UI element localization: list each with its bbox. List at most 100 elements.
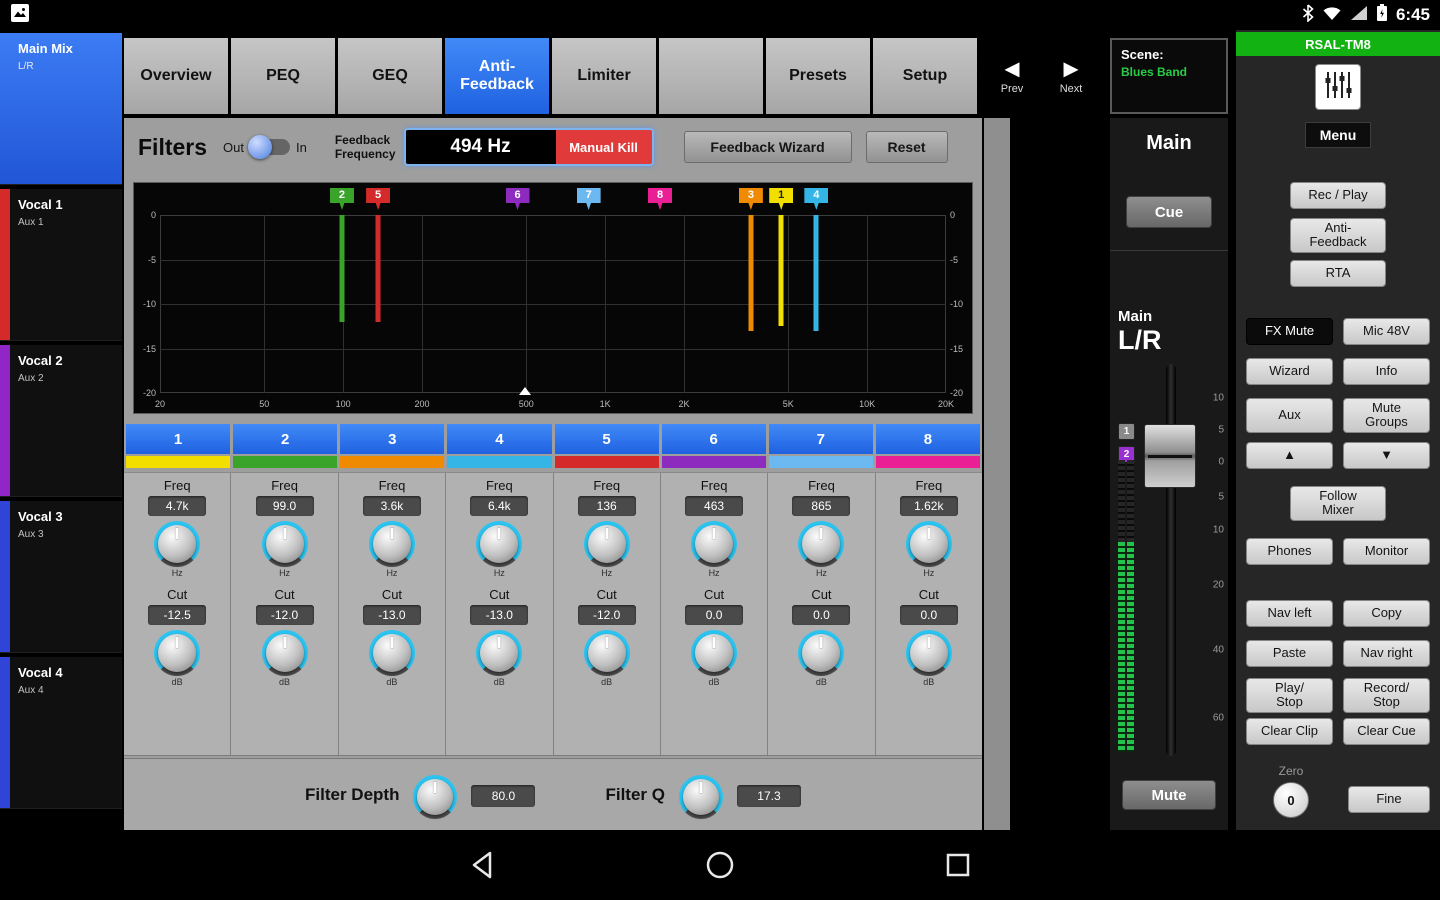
mixer-view-button[interactable]: [1315, 64, 1361, 110]
nav-left-button[interactable]: Nav left: [1246, 600, 1333, 627]
paste-button[interactable]: Paste: [1246, 640, 1333, 667]
filter-tab-4[interactable]: 4: [447, 424, 551, 454]
cut-value[interactable]: 0.0: [792, 605, 850, 625]
mute-button[interactable]: Mute: [1122, 780, 1216, 810]
fader-track[interactable]: [1166, 364, 1176, 756]
cut-knob[interactable]: [798, 630, 844, 676]
fader-handle[interactable]: [1144, 424, 1196, 488]
filter-flag-5[interactable]: 5: [366, 188, 390, 210]
filter-tab-8[interactable]: 8: [876, 424, 980, 454]
tab-presets[interactable]: Presets: [766, 38, 870, 114]
cut-knob[interactable]: [691, 630, 737, 676]
filter-tab-3[interactable]: 3: [340, 424, 444, 454]
cut-knob[interactable]: [906, 630, 952, 676]
filter-flag-8[interactable]: 8: [648, 188, 672, 210]
filter-tab-1[interactable]: 1: [126, 424, 230, 454]
phones-button[interactable]: Phones: [1246, 538, 1333, 565]
cut-knob[interactable]: [262, 630, 308, 676]
filter-flag-6[interactable]: 6: [506, 188, 530, 210]
freq-value[interactable]: 6.4k: [470, 496, 528, 516]
filter-q-knob[interactable]: [679, 775, 723, 819]
cut-value[interactable]: -12.0: [578, 605, 636, 625]
clear-clip-button[interactable]: Clear Clip: [1246, 718, 1333, 745]
zero-knob[interactable]: 0: [1273, 782, 1309, 818]
monitor-button[interactable]: Monitor: [1343, 538, 1430, 565]
tab-geq[interactable]: GEQ: [338, 38, 442, 114]
info-button[interactable]: Info: [1343, 358, 1430, 385]
freq-value[interactable]: 136: [578, 496, 636, 516]
scene-box[interactable]: Scene: Blues Band: [1110, 38, 1228, 114]
freq-value[interactable]: 3.6k: [363, 496, 421, 516]
menu-button[interactable]: Menu: [1305, 122, 1371, 148]
mute-groups-button[interactable]: Mute Groups: [1343, 398, 1430, 433]
freq-value[interactable]: 99.0: [256, 496, 314, 516]
sidebar-item-main-mix[interactable]: Main Mix L/R: [0, 33, 122, 185]
sidebar-item-vocal-1[interactable]: Vocal 1 Aux 1: [0, 189, 122, 341]
back-button[interactable]: [466, 849, 498, 881]
up-arrow-button[interactable]: ▲: [1246, 442, 1333, 469]
filter-flag-3[interactable]: 3: [739, 188, 763, 210]
sidebar-item-vocal-4[interactable]: Vocal 4 Aux 4: [0, 657, 122, 809]
anti-feedback-button[interactable]: Anti- Feedback: [1290, 218, 1386, 253]
freq-value[interactable]: 865: [792, 496, 850, 516]
filter-flag-2[interactable]: 2: [330, 188, 354, 210]
freq-knob[interactable]: [691, 521, 737, 567]
sidebar-item-vocal-3[interactable]: Vocal 3 Aux 3: [0, 501, 122, 653]
filter-q-value[interactable]: 17.3: [737, 785, 801, 807]
mic-48v-button[interactable]: Mic 48V: [1343, 318, 1430, 345]
play-stop-button[interactable]: Play/ Stop: [1246, 678, 1333, 713]
freq-knob[interactable]: [906, 521, 952, 567]
copy-button[interactable]: Copy: [1343, 600, 1430, 627]
filter-flag-1[interactable]: 1: [769, 188, 793, 210]
recents-button[interactable]: [942, 849, 974, 881]
aux-button[interactable]: Aux: [1246, 398, 1333, 433]
filter-tab-2[interactable]: 2: [233, 424, 337, 454]
rta-button[interactable]: RTA: [1290, 260, 1386, 287]
filter-depth-knob[interactable]: [413, 775, 457, 819]
freq-knob[interactable]: [369, 521, 415, 567]
feedback-wizard-button[interactable]: Feedback Wizard: [684, 131, 852, 163]
prev-button[interactable]: ◄ Prev: [988, 38, 1036, 114]
filter-depth-value[interactable]: 80.0: [471, 785, 535, 807]
cut-value[interactable]: -13.0: [470, 605, 528, 625]
cut-value[interactable]: -13.0: [363, 605, 421, 625]
tab-limiter[interactable]: Limiter: [552, 38, 656, 114]
reset-button[interactable]: Reset: [866, 131, 948, 163]
filter-flag-7[interactable]: 7: [577, 188, 601, 210]
filter-tab-5[interactable]: 5: [555, 424, 659, 454]
freq-knob[interactable]: [798, 521, 844, 567]
freq-value[interactable]: 1.62k: [900, 496, 958, 516]
down-arrow-button[interactable]: ▼: [1343, 442, 1430, 469]
filter-flag-4[interactable]: 4: [804, 188, 828, 210]
fine-button[interactable]: Fine: [1348, 786, 1430, 813]
tab-overview[interactable]: Overview: [124, 38, 228, 114]
tab-peq[interactable]: PEQ: [231, 38, 335, 114]
filter-tab-6[interactable]: 6: [662, 424, 766, 454]
freq-knob[interactable]: [154, 521, 200, 567]
cut-knob[interactable]: [154, 630, 200, 676]
cut-knob[interactable]: [476, 630, 522, 676]
home-button[interactable]: [704, 849, 736, 881]
wizard-button[interactable]: Wizard: [1246, 358, 1333, 385]
tab-setup[interactable]: Setup: [873, 38, 977, 114]
filters-in-out-toggle[interactable]: [250, 139, 290, 155]
cut-value[interactable]: 0.0: [900, 605, 958, 625]
cut-value[interactable]: -12.5: [148, 605, 206, 625]
follow-mixer-button[interactable]: Follow Mixer: [1290, 486, 1386, 521]
freq-value[interactable]: 4.7k: [148, 496, 206, 516]
manual-kill-button[interactable]: Manual Kill: [556, 130, 652, 164]
cut-knob[interactable]: [584, 630, 630, 676]
record-stop-button[interactable]: Record/ Stop: [1343, 678, 1430, 713]
next-button[interactable]: ► Next: [1047, 38, 1095, 114]
fx-mute-button[interactable]: FX Mute: [1246, 318, 1333, 345]
cue-button[interactable]: Cue: [1126, 196, 1212, 228]
clear-cue-button[interactable]: Clear Cue: [1343, 718, 1430, 745]
assign-box-1[interactable]: 1: [1118, 423, 1135, 440]
freq-knob[interactable]: [584, 521, 630, 567]
freq-value[interactable]: 463: [685, 496, 743, 516]
rec-play-button[interactable]: Rec / Play: [1290, 182, 1386, 209]
tab-anti-feedback[interactable]: Anti- Feedback: [445, 38, 549, 114]
freq-knob[interactable]: [262, 521, 308, 567]
filter-tab-7[interactable]: 7: [769, 424, 873, 454]
cut-knob[interactable]: [369, 630, 415, 676]
